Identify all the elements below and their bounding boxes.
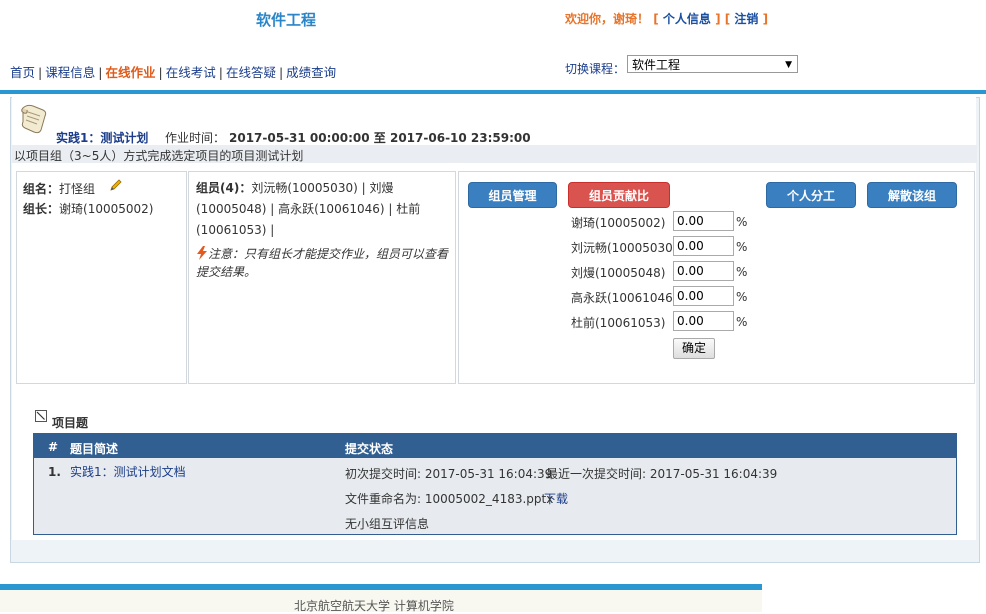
project-table-header xyxy=(34,434,956,458)
user-welcome: 欢迎你，谢琦！ [ 个人信息 ] [ 注销 ] xyxy=(565,12,769,26)
course-select-value: 软件工程 xyxy=(632,58,681,72)
contribution-member-name: 谢琦(10005002) xyxy=(571,216,666,230)
group-leader: 组长：谢琦(10005002) xyxy=(23,202,154,216)
assignment-time-label: 作业时间： xyxy=(165,131,226,145)
nav-home[interactable]: 首页 xyxy=(10,65,35,80)
contribution-input[interactable]: 0.00 xyxy=(673,286,734,306)
manage-members-button[interactable]: 组员管理 xyxy=(468,182,557,208)
contribution-input[interactable]: 0.00 xyxy=(673,236,734,256)
percent-sign: % xyxy=(736,265,748,279)
group-members: 组员(4)：刘沅畅(10005030) | 刘熳(10005048) | 高永跃… xyxy=(196,181,421,237)
last-submit-time: 最近一次提交时间: 2017-05-31 16:04:39 xyxy=(546,467,778,481)
main-nav: 首页 | 课程信息 | 在线作业 | 在线考试 | 在线答疑 | 成绩查询 xyxy=(10,65,337,80)
welcome-text: 欢迎你，谢琦！ xyxy=(565,12,650,26)
nav-online-qa[interactable]: 在线答疑 xyxy=(226,65,276,80)
group-name: 组名：打怪组 xyxy=(23,182,96,196)
percent-sign: % xyxy=(736,315,748,329)
scroll-icon xyxy=(19,102,49,136)
percent-sign: % xyxy=(736,290,748,304)
column-header-index: # xyxy=(48,440,59,454)
column-header-status: 提交状态 xyxy=(345,442,394,456)
course-switch-label: 切换课程： xyxy=(565,62,626,76)
nav-course-info[interactable]: 课程信息 xyxy=(45,65,95,80)
nav-grades[interactable]: 成绩查询 xyxy=(286,65,336,80)
row-index: 1. xyxy=(48,465,61,479)
course-select[interactable]: 软件工程 ▼ xyxy=(627,55,798,73)
header-divider xyxy=(0,90,986,94)
assignment-title[interactable]: 实践1：测试计划 xyxy=(56,129,148,146)
document-edit-icon xyxy=(35,410,48,423)
first-submit-time: 初次提交时间: 2017-05-31 16:04:39 xyxy=(345,467,553,481)
assignment-description: 以项目组（3~5人）方式完成选定项目的项目测试计划 xyxy=(14,149,304,163)
leader-note: 注意：只有组长才能提交作业，组员可以查看提交结果。 xyxy=(196,246,449,279)
percent-sign: % xyxy=(736,215,748,229)
footer-text: 北京航空航天大学 计算机学院 xyxy=(294,599,454,613)
chevron-down-icon: ▼ xyxy=(785,60,792,70)
renamed-file: 文件重命名为: 10005002_4183.pptx xyxy=(345,492,554,506)
nav-online-homework[interactable]: 在线作业 xyxy=(105,65,155,80)
lightning-icon xyxy=(196,246,208,260)
confirm-button[interactable]: 确定 xyxy=(673,338,715,359)
project-section-title: 项目题 xyxy=(52,416,89,430)
percent-sign: % xyxy=(736,240,748,254)
download-link[interactable]: 下载 xyxy=(544,490,568,507)
project-summary-link[interactable]: 实践1：测试计划文档 xyxy=(70,463,186,480)
contribution-member-name: 杜前(10061053) xyxy=(571,316,666,330)
contribution-member-name: 高永跃(10061046) xyxy=(571,291,678,305)
contribution-input[interactable]: 0.00 xyxy=(673,211,734,231)
dissolve-group-button[interactable]: 解散该组 xyxy=(867,182,957,208)
logout-link[interactable]: 注销 xyxy=(734,12,758,26)
contribution-input[interactable]: 0.00 xyxy=(673,261,734,281)
personal-tasks-button[interactable]: 个人分工 xyxy=(766,182,856,208)
nav-online-exam[interactable]: 在线考试 xyxy=(166,65,216,80)
peer-review-status: 无小组互评信息 xyxy=(345,517,430,531)
contribution-button[interactable]: 组员贡献比 xyxy=(568,182,670,208)
contribution-member-name: 刘熳(10005048) xyxy=(571,266,666,280)
column-header-summary: 题目简述 xyxy=(70,442,119,456)
contribution-member-name: 刘沅畅(10005030) xyxy=(571,241,678,255)
pencil-icon[interactable] xyxy=(109,178,123,192)
profile-link[interactable]: 个人信息 xyxy=(663,12,711,26)
site-title: 软件工程 xyxy=(256,11,317,29)
contribution-input[interactable]: 0.00 xyxy=(673,311,734,331)
assignment-time: 2017-05-31 00:00:00 至 2017-06-10 23:59:0… xyxy=(229,131,531,145)
